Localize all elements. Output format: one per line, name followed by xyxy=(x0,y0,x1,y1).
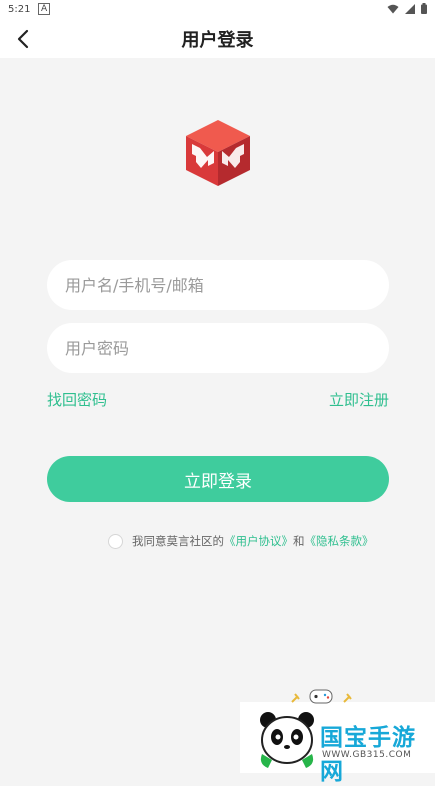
register-link[interactable]: 立即注册 xyxy=(329,389,389,410)
game-controller-icon xyxy=(291,689,352,704)
agreement-prefix: 我同意莫言社区的 xyxy=(132,534,224,548)
privacy-policy-link[interactable]: 《隐私条款》 xyxy=(305,533,374,549)
signal-icon xyxy=(405,3,415,14)
forgot-password-link[interactable]: 找回密码 xyxy=(47,389,107,410)
app-logo-cube-icon xyxy=(186,120,250,186)
page-title: 用户登录 xyxy=(181,30,254,51)
nav-bar: 用户登录 xyxy=(0,20,435,58)
watermark: 国宝手游网 WWW.GB315.COM xyxy=(240,689,435,785)
login-button[interactable]: 立即登录 xyxy=(47,456,389,502)
agreement-row: 我同意莫言社区的 《用户协议》 和 《隐私条款》 xyxy=(108,533,374,549)
notification-icon: A xyxy=(38,3,51,15)
agree-checkbox[interactable] xyxy=(108,533,123,549)
user-agreement-link[interactable]: 《用户协议》 xyxy=(224,533,293,549)
wifi-icon xyxy=(387,4,399,13)
panda-mascot-icon xyxy=(260,712,314,768)
status-time: 5:21 xyxy=(8,4,31,15)
agreement-and: 和 xyxy=(293,534,305,548)
username-input[interactable] xyxy=(47,260,389,310)
battery-icon xyxy=(421,3,427,14)
status-bar: 5:21 A xyxy=(0,0,435,20)
watermark-url: WWW.GB315.COM xyxy=(322,750,412,760)
password-input[interactable] xyxy=(47,323,389,373)
status-icons xyxy=(387,3,427,14)
